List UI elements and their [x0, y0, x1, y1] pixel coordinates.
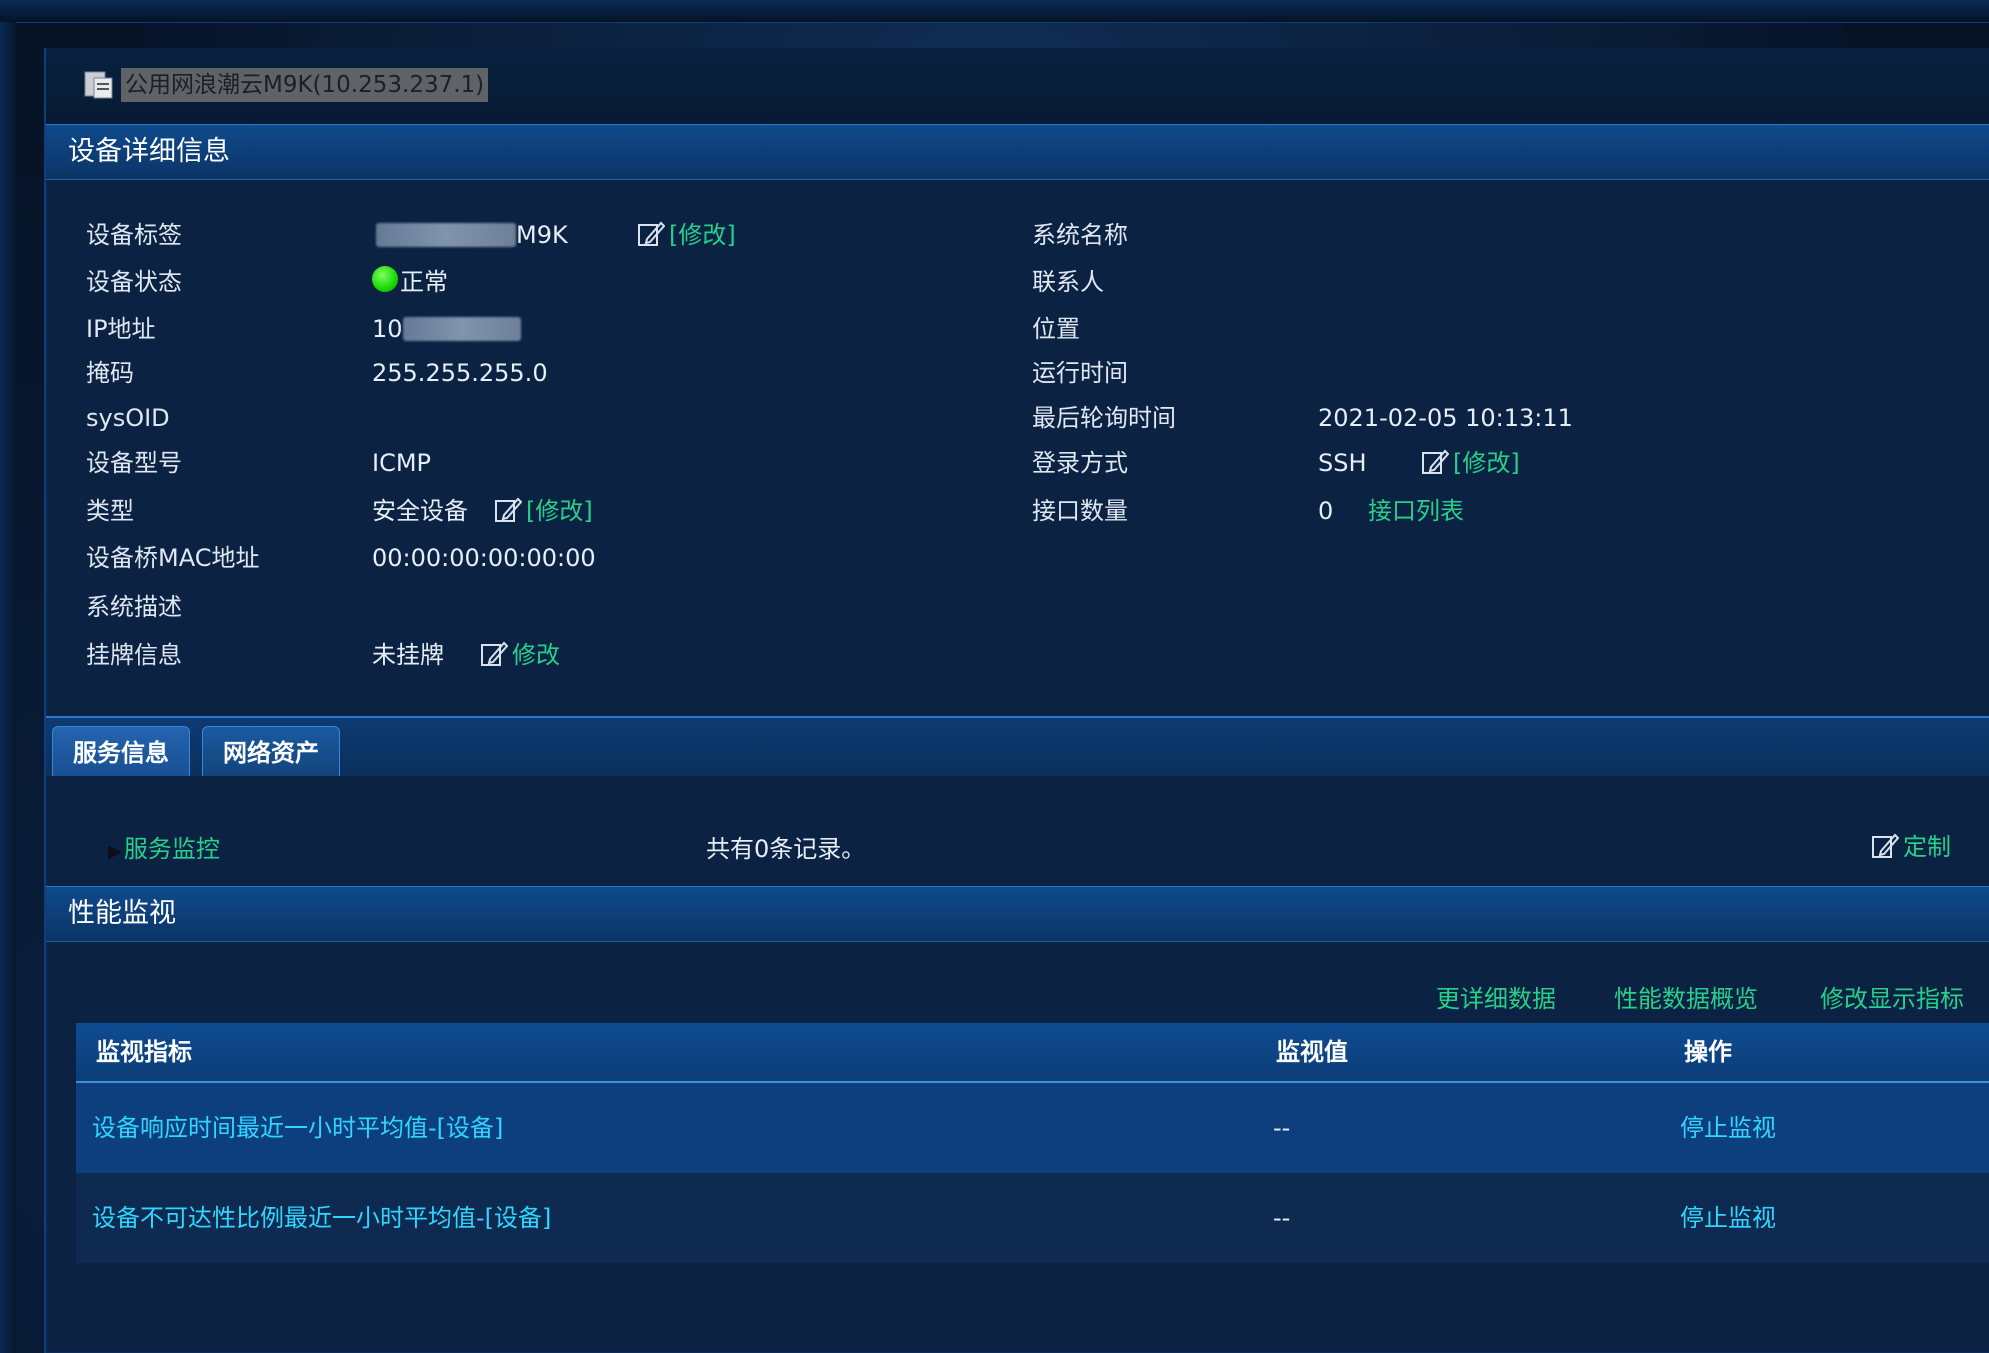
metric-value: -- [1273, 1204, 1291, 1232]
perf-overview-link[interactable]: 性能数据概览 [1614, 982, 1758, 1016]
metric-link[interactable]: 设备响应时间最近一小时平均值-[设备] [92, 1083, 503, 1173]
modify-metrics-link[interactable]: 修改显示指标 [1820, 982, 1964, 1016]
record-count-text: 共有0条记录。 [706, 835, 866, 863]
label-device-tag: 设备标签 [86, 221, 182, 249]
more-detail-link[interactable]: 更详细数据 [1436, 982, 1556, 1016]
top-decorative-bar [0, 0, 1989, 23]
device-window-icon [84, 71, 113, 99]
value-interface-count: 0 [1318, 497, 1334, 525]
table-row: 设备响应时间最近一小时平均值-[设备] -- 停止监视 [76, 1083, 1989, 1173]
col-value: 监视值 [1276, 1038, 1348, 1066]
interface-list-link[interactable]: 接口列表 [1368, 494, 1464, 528]
label-mask: 掩码 [86, 359, 134, 387]
edit-device-tag-link[interactable]: [修改] [637, 218, 736, 252]
expand-arrow-icon: ▶ [108, 841, 122, 862]
label-uptime: 运行时间 [1032, 359, 1128, 387]
value-tag-info: 未挂牌 [372, 641, 444, 669]
redacted-block [402, 317, 521, 341]
label-sysoid: sysOID [86, 404, 170, 432]
label-interface-count: 接口数量 [1032, 497, 1128, 525]
table-header: 监视指标 监视值 操作 [76, 1023, 1989, 1083]
label-ip-address: IP地址 [86, 315, 156, 343]
col-action: 操作 [1684, 1038, 1732, 1066]
status-ok-icon [372, 266, 398, 292]
redacted-block [376, 223, 516, 247]
label-last-poll: 最后轮询时间 [1032, 404, 1176, 432]
device-detail-header: 设备详细信息 [46, 124, 1989, 180]
stop-monitor-link[interactable]: 停止监视 [1680, 1083, 1776, 1173]
metric-link[interactable]: 设备不可达性比例最近一小时平均值-[设备] [92, 1173, 551, 1263]
edit-icon [638, 221, 665, 246]
edit-icon [1422, 449, 1449, 474]
window-title: 公用网浪潮云M9K(10.253.237.1) [121, 68, 489, 102]
service-monitor-link[interactable]: ▶服务监控 [108, 832, 220, 866]
value-last-poll: 2021-02-05 10:13:11 [1318, 404, 1573, 432]
label-tag-info: 挂牌信息 [86, 641, 182, 669]
label-bridge-mac: 设备桥MAC地址 [86, 544, 260, 572]
device-detail-title: 设备详细信息 [68, 136, 230, 167]
label-location: 位置 [1032, 315, 1080, 343]
col-metric: 监视指标 [96, 1038, 192, 1066]
edit-tag-info-link[interactable]: 修改 [480, 638, 560, 672]
edit-login-method-link[interactable]: [修改] [1421, 446, 1520, 480]
value-ip-address: 10 [372, 312, 521, 346]
value-bridge-mac: 00:00:00:00:00:00 [372, 544, 596, 572]
label-system-name: 系统名称 [1032, 221, 1128, 249]
tab-strip: 服务信息 网络资产 [46, 716, 1989, 779]
value-type: 安全设备 [372, 497, 468, 525]
value-mask: 255.255.255.0 [372, 359, 548, 387]
performance-title: 性能监视 [68, 898, 176, 929]
window-titlebar: 公用网浪潮云M9K(10.253.237.1) [46, 48, 1989, 124]
label-system-desc: 系统描述 [86, 593, 182, 621]
value-login-method: SSH [1318, 449, 1367, 477]
value-device-tag: M9K [376, 218, 568, 252]
value-device-status: 正常 [372, 265, 448, 299]
label-device-model: 设备型号 [86, 449, 182, 477]
stop-monitor-link[interactable]: 停止监视 [1680, 1173, 1776, 1263]
left-edge-strip [0, 22, 16, 1353]
metric-value: -- [1273, 1114, 1291, 1142]
label-login-method: 登录方式 [1032, 449, 1128, 477]
service-area: ▶服务监控 共有0条记录。 定制 [46, 776, 1989, 876]
edit-icon [495, 497, 522, 522]
customize-link[interactable]: 定制 [1871, 830, 1951, 864]
value-device-model: ICMP [372, 449, 432, 477]
edit-icon [1872, 833, 1899, 858]
tab-service-info[interactable]: 服务信息 [52, 726, 190, 779]
label-contact: 联系人 [1032, 268, 1104, 296]
edit-type-link[interactable]: [修改] [494, 494, 593, 528]
label-type: 类型 [86, 497, 134, 525]
edit-icon [481, 641, 508, 666]
performance-header: 性能监视 [46, 886, 1989, 942]
device-panel: 公用网浪潮云M9K(10.253.237.1) 设备详细信息 设备标签 设备状态… [44, 48, 1989, 1353]
table-row: 设备不可达性比例最近一小时平均值-[设备] -- 停止监视 [76, 1173, 1989, 1263]
tab-network-assets[interactable]: 网络资产 [202, 726, 340, 779]
label-device-status: 设备状态 [86, 268, 182, 296]
